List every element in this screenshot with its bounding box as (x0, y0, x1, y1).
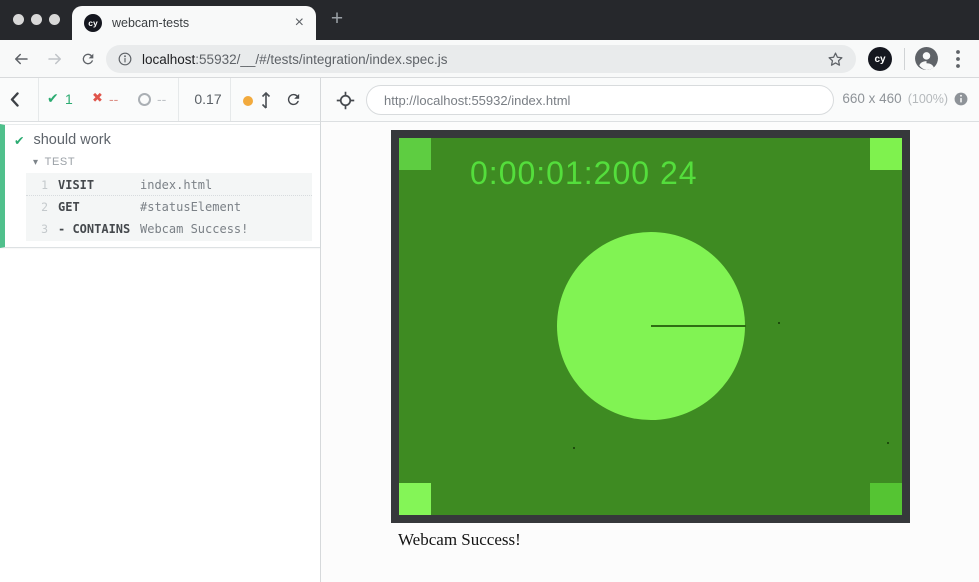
collapse-reporter-button[interactable] (10, 92, 19, 112)
browser-tab-bar: cy webcam-tests × + (0, 0, 979, 40)
video-clock-hand (651, 325, 746, 327)
passed-check-icon: ✔ (47, 90, 59, 107)
video-corner-marker (870, 483, 902, 515)
video-corner-marker (399, 138, 431, 170)
command-name: VISIT (58, 178, 140, 192)
auto-scroll-dot-icon (243, 96, 253, 106)
url-host: localhost (142, 52, 195, 67)
page-info-icon[interactable] (118, 52, 132, 66)
url-path: :55932/__/#/tests/integration/index.spec… (195, 52, 447, 67)
up-down-arrow-icon (261, 91, 271, 110)
reload-button[interactable] (80, 51, 96, 72)
video-noise-speck (778, 322, 780, 324)
failed-count: -- (109, 91, 118, 107)
viewport-size: 660 x 460 (842, 91, 901, 106)
rerun-icon (285, 91, 302, 108)
passed-count: 1 (65, 91, 73, 107)
chevron-left-icon (10, 92, 19, 107)
command-name: - CONTAINS (58, 222, 140, 236)
tab-title: webcam-tests (112, 16, 295, 30)
runner-toolbar: ✔ 1 ✖ -- -- 0.17 http://localhost:55932/… (0, 78, 979, 122)
browser-address-bar: localhost:55932/__/#/tests/integration/i… (0, 40, 979, 78)
stats-separator (38, 78, 39, 121)
browser-tab[interactable]: cy webcam-tests × (72, 6, 316, 40)
omnibox[interactable]: localhost:55932/__/#/tests/integration/i… (106, 45, 856, 73)
viewport-scale: (100%) (908, 92, 948, 106)
maximize-window-button[interactable] (49, 14, 60, 25)
controls-separator (230, 78, 231, 121)
viewport-info: 660 x 460 (100%) (842, 91, 968, 106)
video-corner-marker (870, 138, 902, 170)
profile-button[interactable] (914, 46, 939, 76)
command-number: 1 (26, 178, 48, 192)
tab-close-icon[interactable]: × (295, 15, 304, 31)
duration-separator (178, 78, 179, 121)
back-button[interactable] (12, 50, 30, 73)
crosshair-icon (336, 91, 355, 110)
star-icon (827, 51, 844, 68)
command-message: index.html (140, 178, 212, 192)
command-number: 3 (26, 222, 48, 236)
video-noise-speck (573, 447, 575, 449)
kebab-menu-icon (956, 50, 960, 68)
test-duration: 0.17 (187, 91, 229, 107)
reporter-panel: ✔ should work ▾ TEST 1 VISIT index.html 2… (0, 122, 320, 582)
test-passed-check-icon: ✔ (14, 133, 24, 148)
test-block: ✔ should work ▾ TEST 1 VISIT index.html 2… (0, 124, 320, 248)
test-section-label: TEST (45, 156, 76, 168)
webcam-video: 0:00:01:200 24 (391, 130, 910, 523)
command-row[interactable]: 2 GET #statusElement (26, 196, 312, 218)
pending-ring-icon (138, 93, 151, 106)
viewport-info-icon[interactable] (954, 92, 968, 106)
back-arrow-icon (12, 50, 30, 68)
cypress-extension-button[interactable]: cy (868, 47, 892, 71)
video-noise-speck (887, 442, 889, 444)
cypress-favicon-icon: cy (84, 14, 102, 32)
caret-down-icon: ▾ (33, 157, 39, 168)
failed-x-icon: ✖ (92, 90, 103, 106)
video-corner-marker (399, 483, 431, 515)
reload-icon (80, 51, 96, 67)
auto-scroll-toggle-button[interactable] (261, 91, 271, 115)
video-timestamp: 0:00:01:200 24 (470, 155, 698, 192)
forward-button[interactable] (46, 50, 64, 73)
profile-avatar-icon (914, 46, 939, 71)
test-title-row[interactable]: ✔ should work (5, 125, 320, 152)
minimize-window-button[interactable] (31, 14, 42, 25)
command-message: #statusElement (140, 200, 241, 214)
command-log: 1 VISIT index.html 2 GET #statusElement … (26, 173, 312, 241)
test-title: should work (33, 132, 110, 148)
browser-menu-button[interactable] (956, 50, 960, 73)
rerun-tests-button[interactable] (285, 91, 302, 113)
window-controls (13, 14, 60, 25)
command-number: 2 (26, 200, 48, 214)
status-element-text: Webcam Success! (398, 530, 521, 550)
app-url-field[interactable]: http://localhost:55932/index.html (366, 85, 834, 115)
command-row[interactable]: 1 VISIT index.html (26, 174, 312, 196)
command-row[interactable]: 3 - CONTAINS Webcam Success! (26, 218, 312, 240)
command-message: Webcam Success! (140, 222, 248, 236)
close-window-button[interactable] (13, 14, 24, 25)
selector-playground-button[interactable] (336, 91, 355, 115)
cypress-runner-window: cy webcam-tests × + localhost:55932/__/#… (0, 0, 979, 582)
forward-arrow-icon (46, 50, 64, 68)
pending-count: -- (157, 91, 166, 107)
toolbar-separator (904, 48, 905, 70)
command-name: GET (58, 200, 140, 214)
test-section-header[interactable]: ▾ TEST (5, 152, 320, 171)
url-text: localhost:55932/__/#/tests/integration/i… (142, 52, 447, 67)
app-stage: 0:00:01:200 24 Webcam Success! (321, 122, 979, 582)
bookmark-star-button[interactable] (827, 51, 844, 68)
new-tab-button[interactable]: + (326, 8, 348, 30)
